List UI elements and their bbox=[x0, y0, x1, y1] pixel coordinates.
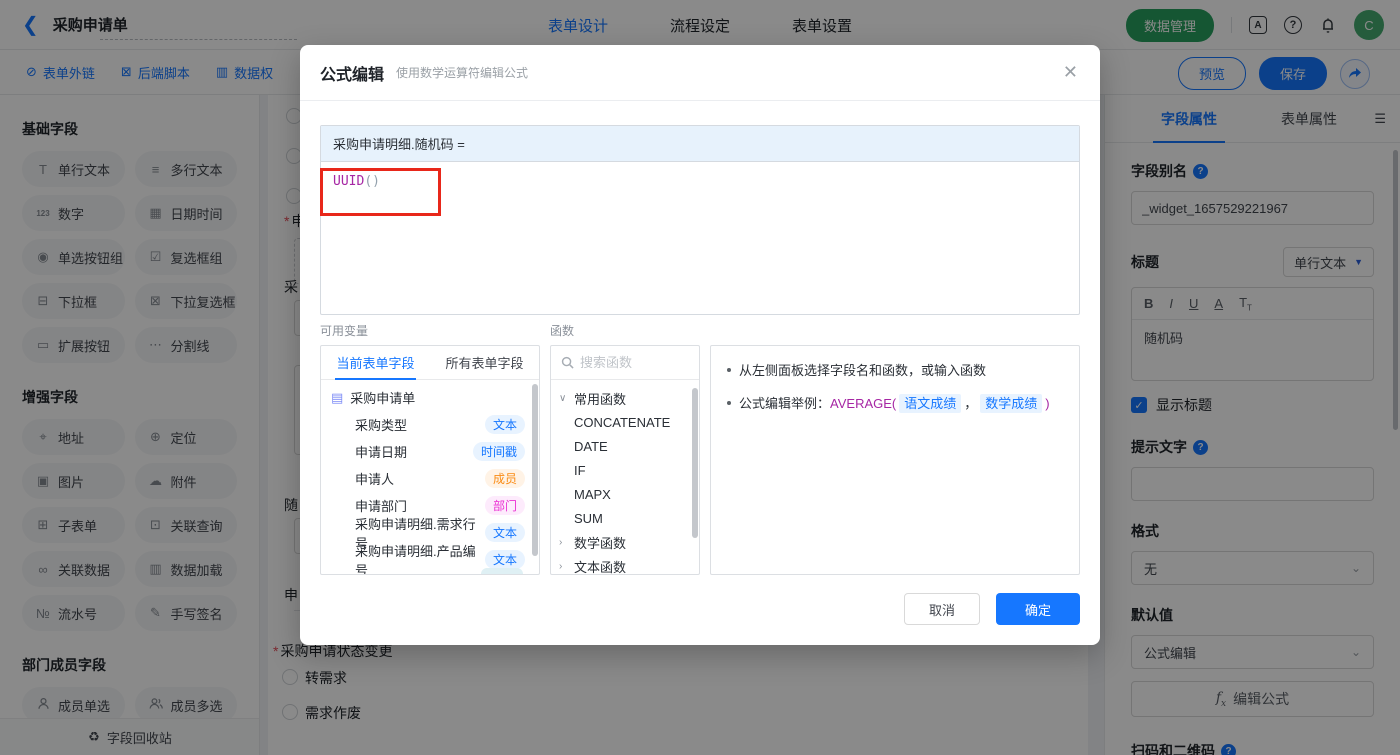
formula-editor-modal: 公式编辑 使用数学运算符编辑公式 ✕ 采购申请明细.随机码 = UUID() 可… bbox=[300, 45, 1100, 645]
functions-panel: ∨常用函数 CONCATENATE DATE IF MAPX SUM ›数学函数… bbox=[550, 345, 700, 575]
search-icon bbox=[561, 356, 574, 369]
tab-current-form-fields[interactable]: 当前表单字段 bbox=[321, 346, 430, 380]
modal-title: 公式编辑 bbox=[320, 66, 385, 84]
close-icon[interactable]: ✕ bbox=[1063, 63, 1078, 81]
variables-list: ▤ 采购申请单 采购类型 文本 申请日期 时间戳 申请人 成员 申请部门 部门 采购申请… bbox=[321, 380, 539, 574]
modal-subtitle: 使用数学运算符编辑公式 bbox=[396, 66, 529, 80]
tip-example: 公式编辑举例：AVERAGE(语文成绩，数学成绩) bbox=[739, 394, 1050, 413]
variable-row[interactable]: 申请日期 时间戳 bbox=[321, 438, 539, 465]
type-badge: 文本 bbox=[484, 415, 525, 434]
chevron-expanded-icon: ∨ bbox=[559, 392, 567, 404]
type-badge: 文本 bbox=[484, 550, 525, 569]
confirm-button[interactable]: 确定 bbox=[996, 593, 1080, 625]
type-badge: 文本 bbox=[484, 523, 525, 542]
function-item[interactable]: CONCATENATE bbox=[551, 410, 699, 434]
group-math-functions[interactable]: › 数学函数 bbox=[551, 530, 699, 554]
cancel-button[interactable]: 取消 bbox=[904, 593, 980, 625]
tips-panel: 从左侧面板选择字段名和函数，或输入函数 公式编辑举例：AVERAGE(语文成绩，… bbox=[710, 345, 1080, 575]
variables-panel: 当前表单字段 所有表单字段 ▤ 采购申请单 采购类型 文本 申请日期 时间戳 申请人… bbox=[320, 345, 540, 575]
type-badge: 成员 bbox=[484, 469, 525, 488]
formula-box: 采购申请明细.随机码 = UUID() bbox=[320, 125, 1080, 315]
variable-row[interactable]: 采购类型 文本 bbox=[321, 411, 539, 438]
variables-label: 可用变量 bbox=[320, 324, 369, 338]
form-doc-icon: ▤ bbox=[331, 389, 344, 405]
tip-line-1: 从左侧面板选择字段名和函数，或输入函数 bbox=[727, 360, 1063, 379]
function-search bbox=[551, 346, 699, 380]
function-item[interactable]: SUM bbox=[551, 506, 699, 530]
example-chip-2: 数学成绩 bbox=[980, 394, 1043, 413]
formula-target: 采购申请明细.随机码 = bbox=[321, 126, 1079, 162]
chevron-collapsed-icon: › bbox=[559, 536, 563, 548]
modal-footer: 取消 确定 bbox=[904, 593, 1080, 625]
function-item[interactable]: DATE bbox=[551, 434, 699, 458]
group-common-functions[interactable]: ∨ 常用函数 bbox=[551, 386, 699, 410]
function-list: ∨ 常用函数 CONCATENATE DATE IF MAPX SUM › 数学函数… bbox=[551, 380, 699, 575]
functions-scrollbar[interactable] bbox=[692, 388, 698, 538]
type-badge: 部门 bbox=[484, 496, 525, 515]
type-badge: 时间戳 bbox=[472, 442, 525, 461]
tip-line-2: 公式编辑举例：AVERAGE(语文成绩，数学成绩) bbox=[727, 393, 1063, 413]
variables-root[interactable]: ▤ 采购申请单 bbox=[321, 384, 539, 411]
variables-tabs: 当前表单字段 所有表单字段 bbox=[321, 346, 539, 380]
tab-all-form-fields[interactable]: 所有表单字段 bbox=[430, 346, 539, 379]
functions-label: 函数 bbox=[550, 324, 575, 338]
variables-scrollbar[interactable] bbox=[532, 384, 538, 556]
function-item[interactable]: MAPX bbox=[551, 482, 699, 506]
modal-header: 公式编辑 使用数学运算符编辑公式 bbox=[300, 45, 1100, 101]
group-text-functions[interactable]: › 文本函数 bbox=[551, 554, 699, 575]
variable-row[interactable]: 申请人 成员 bbox=[321, 465, 539, 492]
formula-code-area[interactable]: UUID() bbox=[320, 162, 1079, 314]
function-search-input[interactable] bbox=[580, 355, 680, 370]
annotation-red-box bbox=[320, 168, 441, 216]
example-chip-1: 语文成绩 bbox=[899, 394, 962, 413]
function-item[interactable]: IF bbox=[551, 458, 699, 482]
clipped-badge bbox=[481, 568, 523, 574]
chevron-collapsed-icon: › bbox=[559, 560, 563, 572]
